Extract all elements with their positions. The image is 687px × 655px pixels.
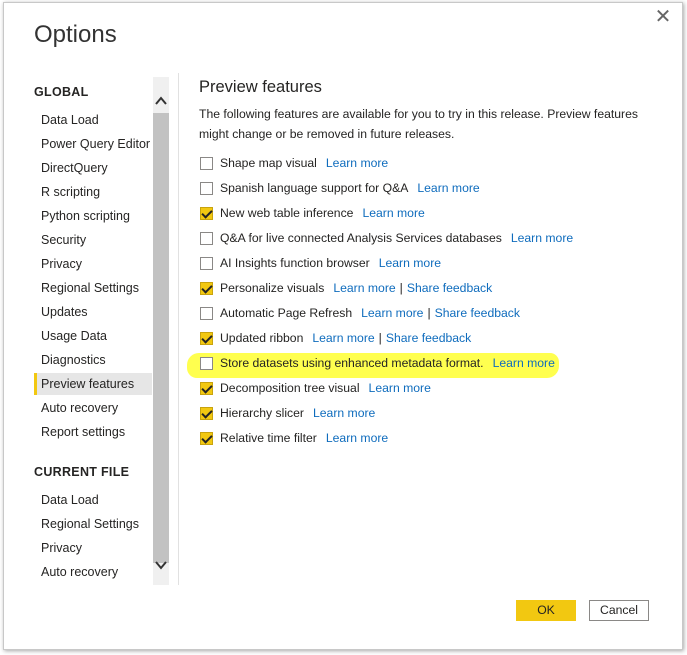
learn-more-link[interactable]: Learn more [361, 306, 423, 320]
feature-checkbox[interactable] [200, 306, 213, 320]
learn-more-link[interactable]: Learn more [326, 431, 388, 445]
feature-checkbox[interactable] [200, 281, 213, 295]
learn-more-link[interactable]: Learn more [333, 281, 395, 295]
nav-item[interactable]: Privacy [34, 537, 152, 559]
feature-checkbox[interactable] [200, 381, 213, 395]
feature-row: Store datasets using enhanced metadata f… [200, 353, 555, 373]
feature-label: Relative time filter [220, 431, 317, 445]
feature-checkbox[interactable] [200, 156, 213, 170]
feature-checkbox[interactable] [200, 331, 213, 345]
nav-item[interactable]: Python scripting [34, 205, 152, 227]
section-description: The following features are available for… [199, 107, 638, 141]
scroll-up-icon[interactable] [153, 91, 169, 111]
nav-item[interactable]: Auto recovery [34, 397, 152, 419]
feature-row: Updated ribbon Learn more | Share feedback [200, 328, 471, 348]
share-feedback-link[interactable]: Share feedback [386, 331, 471, 345]
nav-divider [178, 73, 179, 585]
feature-checkbox[interactable] [200, 181, 213, 195]
chevron-down-icon [155, 561, 167, 570]
feature-row: Personalize visuals Learn more | Share feed… [200, 278, 492, 298]
nav-item[interactable]: Diagnostics [34, 349, 152, 371]
feature-row: Decomposition tree visual Learn more [200, 378, 431, 398]
feature-row: AI Insights function browser Learn more [200, 253, 441, 273]
learn-more-link[interactable]: Learn more [312, 331, 374, 345]
feature-row: New web table inference Learn more [200, 203, 425, 223]
feature-label: Updated ribbon [220, 331, 304, 345]
nav-heading-current-file: CURRENT FILE [34, 465, 130, 479]
link-separator: | [427, 306, 431, 320]
learn-more-link[interactable]: Learn more [511, 231, 573, 245]
feature-label: Q&A for live connected Analysis Services… [220, 231, 502, 245]
nav-item[interactable]: Regional Settings [34, 277, 152, 299]
link-separator: | [378, 331, 382, 345]
learn-more-link[interactable]: Learn more [493, 356, 555, 370]
feature-label: AI Insights function browser [220, 256, 370, 270]
nav-item[interactable]: DirectQuery [34, 157, 152, 179]
learn-more-link[interactable]: Learn more [313, 406, 375, 420]
chevron-up-icon [155, 96, 167, 105]
learn-more-link[interactable]: Learn more [417, 181, 479, 195]
learn-more-link[interactable]: Learn more [369, 381, 431, 395]
feature-label: Personalize visuals [220, 281, 325, 295]
nav-item[interactable]: Regional Settings [34, 513, 152, 535]
feature-label: New web table inference [220, 206, 354, 220]
nav-heading-global: GLOBAL [34, 85, 89, 99]
nav-item[interactable]: Report settings [34, 421, 152, 443]
feature-row: Shape map visual Learn more [200, 153, 388, 173]
nav-item[interactable]: Usage Data [34, 325, 152, 347]
close-icon[interactable]: ✕ [652, 7, 674, 29]
feature-checkbox[interactable] [200, 406, 213, 420]
nav-item[interactable]: Privacy [34, 253, 152, 275]
nav-item[interactable]: Security [34, 229, 152, 251]
ok-button[interactable]: OK [516, 600, 576, 621]
feature-label: Decomposition tree visual [220, 381, 360, 395]
section-title: Preview features [199, 78, 322, 96]
scroll-thumb[interactable] [153, 113, 169, 563]
nav-item[interactable]: Auto recovery [34, 561, 152, 583]
link-separator: | [399, 281, 403, 295]
learn-more-link[interactable]: Learn more [326, 156, 388, 170]
nav-scrollbar[interactable] [153, 77, 169, 585]
feature-row: Relative time filter Learn more [200, 428, 388, 448]
feature-label: Automatic Page Refresh [220, 306, 353, 320]
feature-checkbox[interactable] [200, 206, 213, 220]
feature-row: Q&A for live connected Analysis Services… [200, 228, 573, 248]
feature-label: Hierarchy slicer [220, 406, 304, 420]
feature-row: Automatic Page Refresh Learn more | Share f… [200, 303, 520, 323]
feature-row: Spanish language support for Q&A Learn mo… [200, 178, 480, 198]
options-nav: GLOBAL Data Load Power Query Editor DirectQ… [4, 73, 154, 585]
cancel-button[interactable]: Cancel [589, 600, 649, 621]
nav-item[interactable]: Power Query Editor [34, 133, 152, 155]
nav-item[interactable]: Preview features [34, 373, 152, 395]
feature-label: Spanish language support for Q&A [220, 181, 409, 195]
nav-item[interactable]: R scripting [34, 181, 152, 203]
feature-checkbox[interactable] [200, 431, 213, 445]
nav-item[interactable]: Updates [34, 301, 152, 323]
feature-checkbox[interactable] [200, 231, 213, 245]
feature-checkbox[interactable] [200, 356, 213, 370]
share-feedback-link[interactable]: Share feedback [407, 281, 492, 295]
scroll-down-icon[interactable] [153, 555, 169, 575]
learn-more-link[interactable]: Learn more [379, 256, 441, 270]
nav-item[interactable]: Data Load [34, 489, 152, 511]
feature-label: Shape map visual [220, 156, 317, 170]
options-dialog: Options ✕ GLOBAL Data Load Power Query Edi… [3, 2, 683, 650]
dialog-title: Options [34, 21, 117, 48]
feature-checkbox[interactable] [200, 256, 213, 270]
share-feedback-link[interactable]: Share feedback [435, 306, 520, 320]
feature-row: Hierarchy slicer Learn more [200, 403, 375, 423]
nav-item[interactable]: Data Load [34, 109, 152, 131]
feature-label: Store datasets using enhanced metadata f… [220, 356, 484, 370]
learn-more-link[interactable]: Learn more [362, 206, 424, 220]
